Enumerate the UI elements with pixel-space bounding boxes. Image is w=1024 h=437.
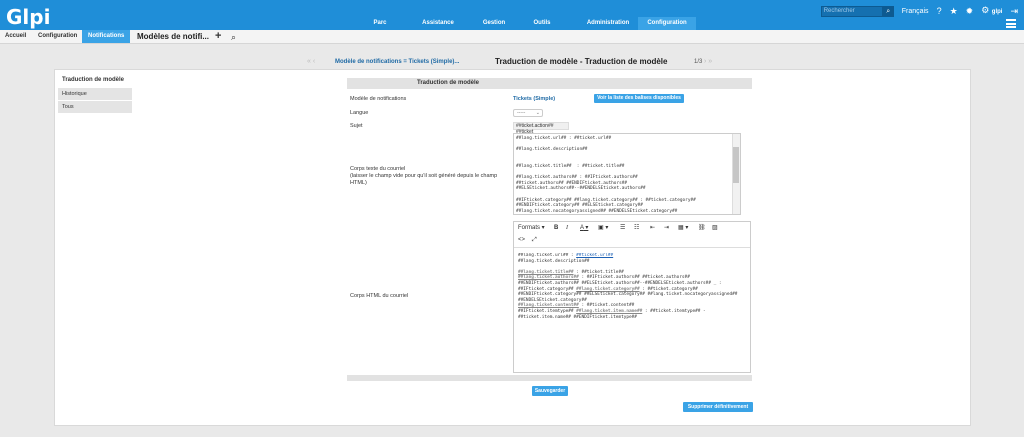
chevron-down-icon: ⌄ (535, 110, 540, 116)
subject-label: Sujet (350, 123, 363, 129)
template-link[interactable]: Tickets (Simple) (513, 96, 555, 102)
logout-icon[interactable]: ⇥ (1010, 6, 1018, 17)
subject-input[interactable]: ##ticket.action## ##ticket (513, 122, 569, 135)
menu-parc[interactable]: Parc (358, 17, 402, 30)
scrollbar-thumb[interactable] (733, 147, 739, 183)
outdent-icon[interactable]: ⇤ (650, 224, 655, 232)
form-header: Traduction de modèle (347, 78, 752, 89)
language-link[interactable]: Français (902, 8, 929, 15)
html-body-label: Corps HTML du courriel (350, 293, 409, 299)
show-tags-button[interactable]: Voir la liste des balises disponibles (594, 94, 684, 103)
background-color-button[interactable]: ▣ ▾ (598, 224, 608, 232)
save-button[interactable]: Sauvegarder (532, 386, 568, 396)
search-icon[interactable]: ⌕ (231, 31, 236, 43)
nav-next-arrows[interactable]: › » (704, 56, 712, 68)
bold-button[interactable]: B (554, 224, 558, 232)
star-icon[interactable]: ★ (950, 6, 958, 17)
menu-configuration[interactable]: Configuration (638, 17, 696, 30)
tab-traduction[interactable]: Traduction de modèle (58, 74, 132, 86)
breadcrumb-notifications[interactable]: Notifications (82, 30, 131, 43)
record-count: 1/3 (694, 59, 703, 65)
link-icon[interactable]: ⛓ (698, 224, 706, 232)
fullscreen-icon[interactable]: ⤢ (532, 236, 537, 244)
text-body-textarea[interactable]: ##lang.ticket.url## : ##ticket.url## ##l… (513, 133, 741, 215)
user-name[interactable]: glpi (992, 9, 1003, 15)
template-label: Modèle de notifications (350, 96, 407, 102)
code-icon[interactable]: <> (518, 236, 525, 244)
record-navigation: « ‹ Modèle de notifications = Tickets (S… (0, 56, 1024, 68)
top-bar: Glpi Rechercher ⌕ Français ? ★ ✹ ⚙ glpi … (0, 0, 1024, 30)
breadcrumb: Accueil Configuration Notifications Modè… (0, 30, 1024, 44)
global-search-input[interactable]: Rechercher (820, 6, 883, 17)
add-icon[interactable]: + (215, 30, 221, 42)
record-title: Traduction de modèle - Traduction de mod… (495, 57, 668, 66)
search-icon[interactable]: ⌕ (882, 6, 894, 17)
text-color-button[interactable]: A ▾ (580, 224, 588, 232)
menu-assistance[interactable]: Assistance (410, 17, 466, 30)
italic-button[interactable]: I (566, 224, 568, 232)
parent-template-link[interactable]: Modèle de notifications = Tickets (Simpl… (335, 56, 459, 68)
text-body-label: Corps texte du courriel (laisser le cham… (350, 166, 498, 186)
nav-previous-arrows[interactable]: « ‹ (307, 56, 315, 68)
menu-outils[interactable]: Outils (520, 17, 564, 30)
breadcrumb-home[interactable]: Accueil (5, 30, 26, 43)
editor-toolbar: Formats ▾ B I A ▾ ▣ ▾ ☰ ☷ ⇤ ⇥ ▦ ▾ ⛓ ▨ <>… (514, 222, 750, 248)
delete-permanently-button[interactable]: Supprimer définitivement (683, 402, 753, 412)
formats-dropdown[interactable]: Formats ▾ (518, 224, 545, 232)
list-bullet-icon[interactable]: ☰ (620, 224, 625, 232)
indent-icon[interactable]: ⇥ (664, 224, 669, 232)
tab-tous[interactable]: Tous (58, 101, 132, 113)
language-label: Langue (350, 110, 369, 116)
hamburger-menu-icon[interactable] (1006, 19, 1016, 28)
list-number-icon[interactable]: ☷ (634, 224, 639, 232)
help-icon[interactable]: ? (937, 6, 942, 17)
form-footer-bar (347, 375, 752, 381)
page-title[interactable]: Modèles de notifi... (137, 30, 209, 43)
image-icon[interactable]: ▨ (712, 224, 718, 232)
html-editor[interactable]: Formats ▾ B I A ▾ ▣ ▾ ☰ ☷ ⇤ ⇥ ▦ ▾ ⛓ ▨ <>… (513, 221, 751, 373)
main-menu: Parc Assistance Gestion Outils Administr… (0, 17, 1024, 30)
language-select[interactable]: ----- ⌄ (513, 109, 543, 117)
table-icon[interactable]: ▦ ▾ (678, 224, 688, 232)
editor-content[interactable]: ##lang.ticket.url## : ##ticket.url## ##l… (518, 253, 748, 353)
menu-gestion[interactable]: Gestion (472, 17, 516, 30)
menu-administration[interactable]: Administration (580, 17, 636, 30)
bug-icon[interactable]: ✹ (966, 6, 974, 17)
tab-historique[interactable]: Historique (58, 88, 132, 100)
breadcrumb-configuration[interactable]: Configuration (38, 30, 77, 43)
